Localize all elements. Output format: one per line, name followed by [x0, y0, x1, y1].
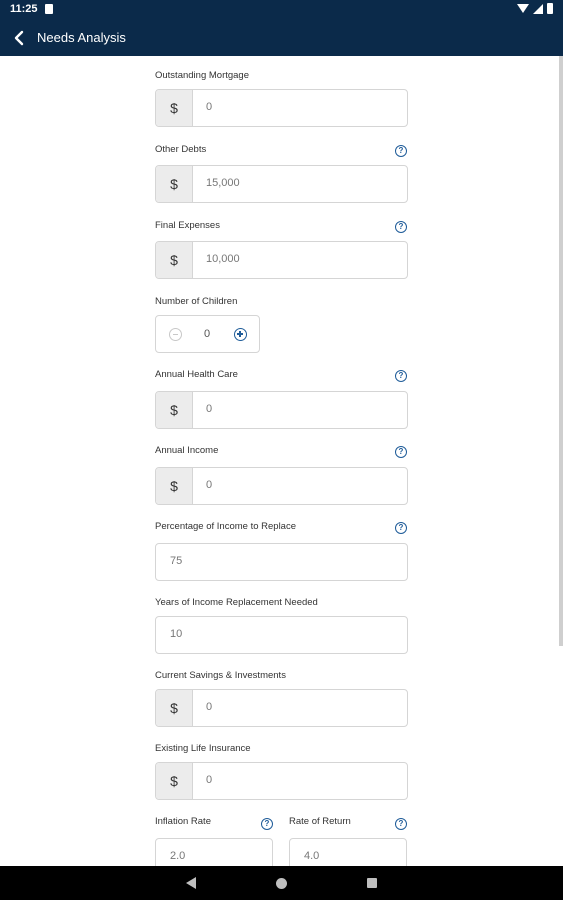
currency-prefix: $ — [156, 392, 193, 428]
system-nav-bar — [0, 866, 563, 900]
current-savings-input[interactable]: $ 0 — [155, 689, 408, 727]
chevron-left-icon[interactable] — [10, 28, 30, 48]
annual-income-value: 0 — [206, 479, 213, 491]
battery-icon — [547, 3, 553, 14]
question-circle-icon[interactable]: ? — [395, 446, 407, 458]
other-debts-label: Other Debts — [155, 144, 207, 155]
current-savings-label: Current Savings & Investments — [155, 670, 286, 681]
annual-health-care-input[interactable]: $ 0 — [155, 391, 408, 429]
inflation-rate-value: 2.0 — [170, 850, 186, 862]
other-debts-input[interactable]: $ 15,000 — [155, 165, 408, 203]
status-icons — [517, 3, 553, 14]
currency-prefix: $ — [156, 166, 193, 202]
question-circle-icon[interactable]: ? — [395, 522, 407, 534]
existing-life-insurance-input[interactable]: $ 0 — [155, 762, 408, 800]
years-income-replacement-input[interactable]: 10 — [155, 616, 408, 654]
number-of-children-label: Number of Children — [155, 296, 238, 307]
question-circle-icon[interactable]: ? — [395, 370, 407, 382]
currency-prefix: $ — [156, 690, 193, 726]
currency-prefix: $ — [156, 763, 193, 799]
currency-prefix: $ — [156, 242, 193, 278]
signal-icon — [533, 3, 543, 14]
number-of-children-value: 0 — [204, 328, 211, 340]
wifi-icon — [517, 4, 529, 13]
existing-life-insurance-value: 0 — [206, 774, 213, 786]
sim-card-icon — [45, 4, 53, 14]
status-bar: 11:25 — [0, 0, 563, 20]
percentage-income-input[interactable]: 75 — [155, 543, 408, 581]
existing-life-insurance-label: Existing Life Insurance — [155, 743, 251, 754]
question-circle-icon[interactable]: ? — [395, 818, 407, 830]
other-debts-value: 15,000 — [206, 177, 240, 189]
outstanding-mortgage-input[interactable]: $ 0 — [155, 89, 408, 127]
percentage-income-label: Percentage of Income to Replace — [155, 521, 297, 532]
final-expenses-input[interactable]: $ 10,000 — [155, 241, 408, 279]
currency-prefix: $ — [156, 468, 193, 504]
percentage-income-value: 75 — [170, 555, 183, 567]
question-circle-icon[interactable]: ? — [395, 145, 407, 157]
currency-prefix: $ — [156, 90, 193, 126]
nav-home-icon[interactable] — [276, 878, 287, 889]
annual-income-input[interactable]: $ 0 — [155, 467, 408, 505]
nav-back-icon[interactable] — [186, 877, 196, 889]
question-circle-icon[interactable]: ? — [395, 221, 407, 233]
scrollbar[interactable] — [559, 56, 563, 646]
years-income-replacement-value: 10 — [170, 628, 183, 640]
plus-circle-icon[interactable] — [234, 328, 247, 341]
minus-circle-icon[interactable] — [169, 328, 182, 341]
rate-of-return-value: 4.0 — [304, 850, 320, 862]
outstanding-mortgage-value: 0 — [206, 101, 213, 113]
outstanding-mortgage-label: Outstanding Mortgage — [155, 70, 250, 81]
current-savings-value: 0 — [206, 701, 213, 713]
annual-income-label: Annual Income — [155, 445, 219, 456]
question-circle-icon[interactable]: ? — [261, 818, 273, 830]
rate-of-return-input[interactable]: 4.0 — [289, 838, 407, 866]
needs-analysis-form[interactable]: Outstanding Mortgage $ 0 Other Debts ? $… — [0, 56, 563, 866]
app-bar: Needs Analysis — [0, 20, 563, 56]
inflation-rate-label: Inflation Rate — [155, 816, 211, 827]
years-income-replacement-label: Years of Income Replacement Needed — [155, 597, 318, 608]
rate-of-return-label: Rate of Return — [289, 816, 351, 827]
nav-recents-icon[interactable] — [367, 878, 377, 888]
annual-health-care-label: Annual Health Care — [155, 369, 238, 380]
page-title: Needs Analysis — [37, 30, 126, 45]
inflation-rate-input[interactable]: 2.0 — [155, 838, 273, 866]
final-expenses-label: Final Expenses — [155, 220, 220, 231]
annual-health-care-value: 0 — [206, 403, 213, 415]
number-of-children-stepper[interactable]: 0 — [155, 315, 260, 353]
status-time: 11:25 — [10, 3, 38, 15]
final-expenses-value: 10,000 — [206, 253, 240, 265]
